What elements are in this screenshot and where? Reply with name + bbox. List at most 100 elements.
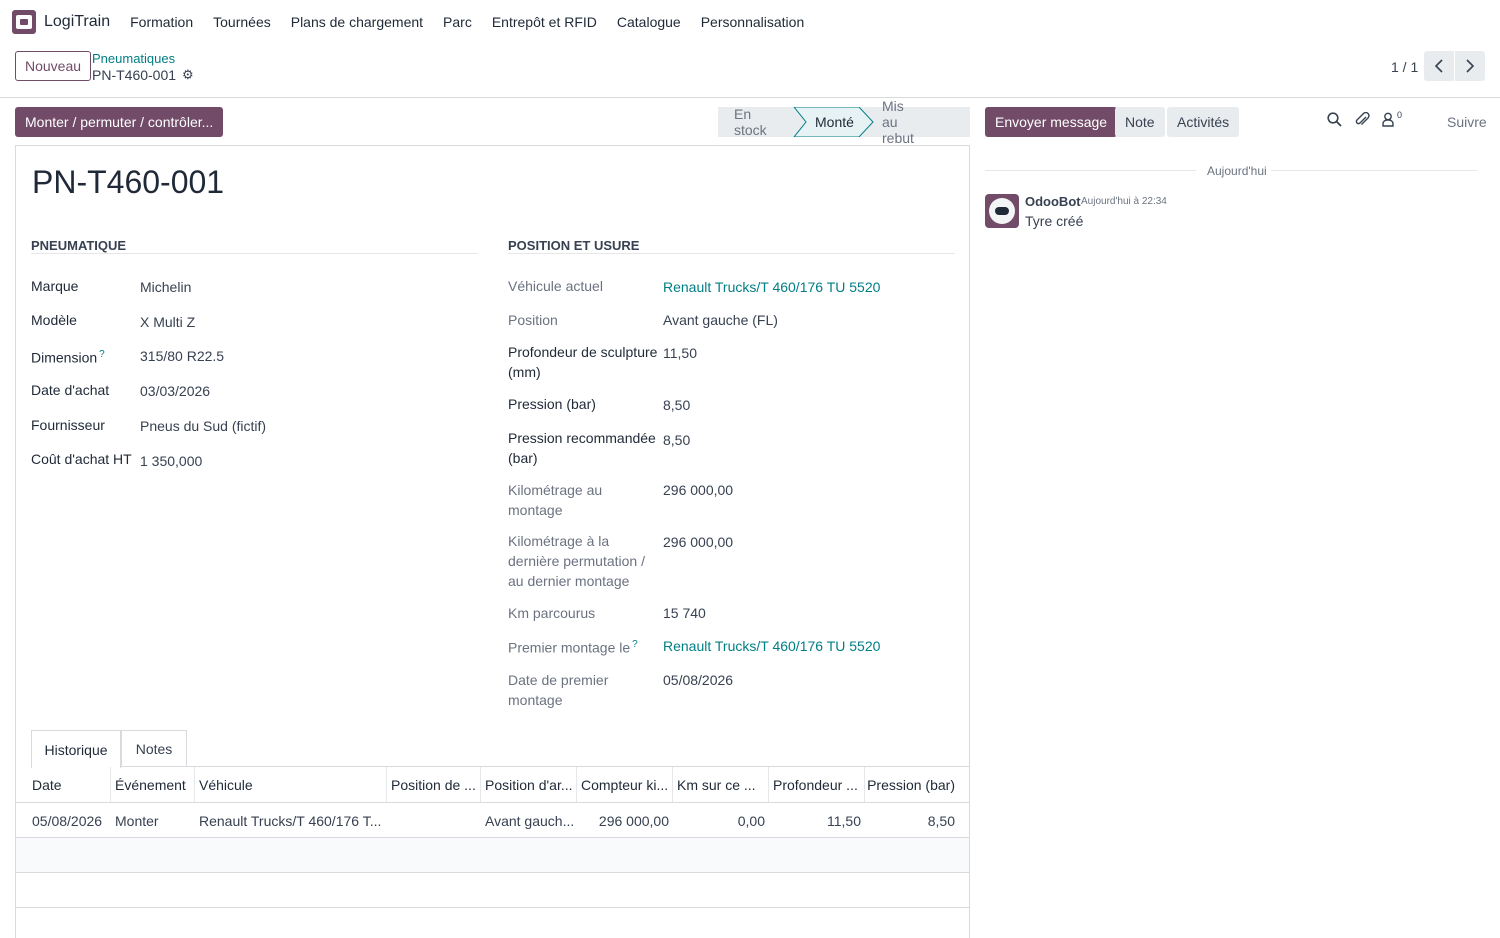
help-icon[interactable]: ? (99, 349, 105, 360)
top-navbar: LogiTrain Formation Tournées Plans de ch… (0, 0, 1500, 43)
record-title[interactable]: PN-T460-001 (32, 164, 224, 201)
menu-tournees[interactable]: Tournées (213, 14, 271, 30)
menu-catalogue[interactable]: Catalogue (617, 14, 681, 30)
cell-pression[interactable]: 8,50 (865, 803, 969, 838)
column-header-evenement[interactable]: Événement (111, 767, 195, 802)
cell-profondeur[interactable]: 11,50 (769, 803, 865, 838)
app-brand[interactable]: LogiTrain (44, 13, 110, 31)
message-body: Tyre créé (1025, 213, 1084, 229)
chevron-right-icon (1466, 59, 1475, 73)
value-km-montage[interactable]: 296 000,00 (663, 480, 733, 500)
label-dimension: Dimension? (31, 345, 105, 368)
paperclip-icon[interactable] (1355, 111, 1370, 131)
value-position[interactable]: Avant gauche (FL) (663, 310, 778, 330)
value-date-achat[interactable]: 03/03/2026 (140, 381, 210, 401)
date-separator: Aujourd'hui (1207, 164, 1267, 178)
table-row[interactable]: 05/08/2026 Monter Renault Trucks/T 460/1… (16, 803, 969, 838)
label-cout-achat: Coût d'achat HT (31, 451, 132, 467)
followers-icon[interactable] (1382, 112, 1396, 130)
send-message-button[interactable]: Envoyer message (985, 107, 1118, 137)
label-dimension-text: Dimension (31, 349, 98, 366)
value-dimension[interactable]: 315/80 R22.5 (140, 346, 224, 366)
column-header-compteur-km[interactable]: Compteur ki... (577, 767, 673, 802)
label-pression-recommandee: Pression recommandée (bar) (508, 430, 656, 466)
activities-button[interactable]: Activités (1167, 107, 1240, 137)
label-fournisseur: Fournisseur (31, 417, 105, 433)
value-vehicule-actuel[interactable]: Renault Trucks/T 460/176 TU 5520 (663, 277, 880, 297)
column-header-position-arrivee[interactable]: Position d'ar... (481, 767, 577, 802)
label-position: Position (508, 312, 558, 328)
tab-historique[interactable]: Historique (31, 730, 121, 768)
value-km-derniere-permutation[interactable]: 296 000,00 (663, 532, 733, 552)
value-modele[interactable]: X Multi Z (140, 312, 195, 332)
menu-plans-chargement[interactable]: Plans de chargement (291, 14, 423, 30)
cell-evenement[interactable]: Monter (111, 803, 195, 838)
menu-parc[interactable]: Parc (443, 14, 472, 30)
menu-personnalisation[interactable]: Personnalisation (701, 14, 805, 30)
stage-mis-au-rebut[interactable]: Mis au rebut (882, 98, 914, 146)
value-fournisseur[interactable]: Pneus du Sud (fictif) (140, 416, 266, 436)
notebook-tabs: Historique Notes (31, 730, 969, 768)
value-profondeur-sculpture[interactable]: 11,50 (663, 343, 697, 363)
stage-en-stock[interactable]: En stock (734, 106, 767, 138)
column-header-pression[interactable]: Pression (bar) (865, 767, 969, 802)
value-pression-recommandee[interactable]: 8,50 (663, 430, 690, 450)
date-separator-line (1271, 170, 1477, 171)
stage-monte[interactable]: Monté (815, 107, 854, 137)
column-header-vehicule[interactable]: Véhicule (195, 767, 387, 802)
label-premier-montage: Premier montage le? (508, 635, 638, 658)
cell-position-arrivee[interactable]: Avant gauch... (481, 803, 577, 838)
column-header-position-depart[interactable]: Position de ... (387, 767, 481, 802)
log-note-button[interactable]: Note (1115, 107, 1165, 137)
label-pression: Pression (bar) (508, 396, 596, 412)
new-button[interactable]: Nouveau (15, 51, 92, 81)
search-icon[interactable] (1327, 112, 1342, 130)
menu-entrepot-rfid[interactable]: Entrepôt et RFID (492, 14, 597, 30)
gear-icon[interactable]: ⚙ (182, 67, 194, 83)
help-icon[interactable]: ? (632, 639, 638, 650)
label-date-achat: Date d'achat (31, 382, 110, 398)
history-table: Date Événement Véhicule Position de ... … (16, 767, 969, 938)
message-author[interactable]: OdooBot (1025, 194, 1081, 209)
value-premier-montage[interactable]: Renault Trucks/T 460/176 TU 5520 (663, 636, 880, 656)
tab-notes[interactable]: Notes (121, 730, 187, 767)
label-profondeur-sculpture: Profondeur de sculpture (mm) (508, 344, 658, 380)
date-separator-line (985, 170, 1196, 171)
column-header-profondeur[interactable]: Profondeur ... (769, 767, 865, 802)
breadcrumb-current: PN-T460-001 ⚙ (92, 67, 194, 83)
mount-swap-check-button[interactable]: Monter / permuter / contrôler... (15, 107, 224, 137)
label-km-montage: Kilométrage au montage (508, 482, 603, 518)
label-vehicule-actuel: Véhicule actuel (508, 278, 603, 294)
group-title-pneumatique: Pneumatique (31, 238, 127, 253)
pager-next-button[interactable] (1455, 51, 1485, 81)
value-pression[interactable]: 8,50 (663, 395, 690, 415)
menu-formation[interactable]: Formation (130, 14, 193, 30)
message-timestamp: Aujourd'hui à 22:34 (1081, 196, 1167, 207)
column-header-km-sur-ce[interactable]: Km sur ce ... (673, 767, 769, 802)
value-cout-achat[interactable]: 1 350,000 (140, 451, 202, 471)
app-home-icon[interactable] (12, 9, 36, 34)
avatar[interactable] (985, 194, 1019, 228)
breadcrumb-parent[interactable]: Pneumatiques (92, 51, 175, 66)
cell-date[interactable]: 05/08/2026 (16, 803, 111, 838)
cell-compteur-km[interactable]: 296 000,00 (577, 803, 673, 838)
cell-km-sur-ce[interactable]: 0,00 (673, 803, 769, 838)
label-modele: Modèle (31, 312, 77, 328)
follow-button[interactable]: Suivre (1447, 114, 1487, 130)
group-divider (31, 253, 478, 254)
cell-vehicule[interactable]: Renault Trucks/T 460/176 T... (195, 803, 387, 838)
pager-value[interactable]: 1 / 1 (1391, 59, 1418, 75)
pager-previous-button[interactable] (1424, 51, 1454, 81)
group-divider (508, 253, 955, 254)
cell-position-depart[interactable] (387, 803, 481, 838)
value-marque[interactable]: Michelin (140, 277, 191, 297)
value-date-premier-montage[interactable]: 05/08/2026 (663, 670, 733, 690)
chevron-left-icon (1434, 59, 1443, 73)
label-premier-montage-text: Premier montage le (508, 639, 631, 656)
followers-count: 0 (1397, 110, 1403, 120)
group-title-position-usure: Position et usure (508, 238, 640, 253)
control-panel: Nouveau Pneumatiques PN-T460-001 ⚙ 1 / 1 (0, 43, 1500, 98)
column-header-date[interactable]: Date (16, 767, 111, 802)
label-km-derniere-permutation: Kilométrage à la dernière permutation / … (508, 533, 645, 589)
value-km-parcourus[interactable]: 15 740 (663, 603, 706, 623)
